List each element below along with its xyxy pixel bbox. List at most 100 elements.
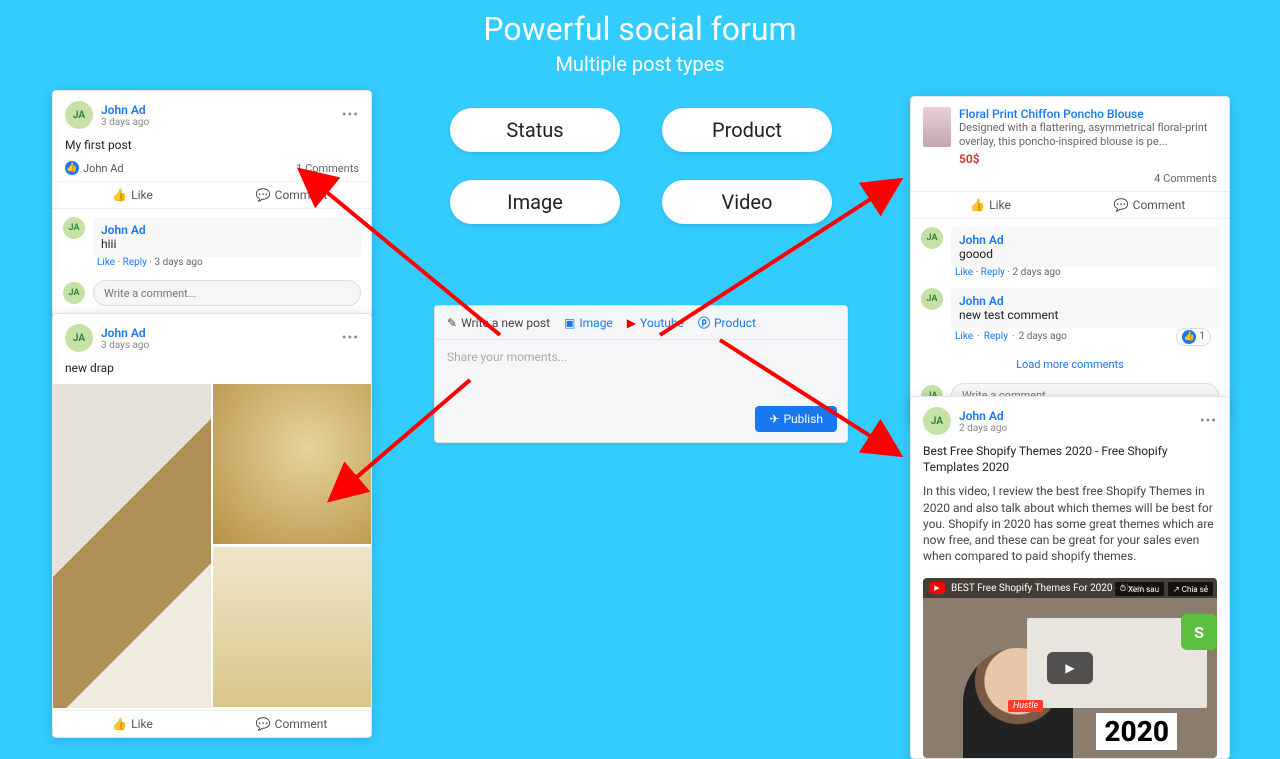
load-more-comments-link[interactable]: Load more comments [911,352,1229,377]
comment-like-link[interactable]: Like [955,267,973,278]
post-image[interactable] [213,384,371,544]
post-time: 3 days ago [101,340,149,351]
comment-author-link[interactable]: John Ad [959,294,1211,308]
comment-reply-link[interactable]: Reply [981,267,1005,278]
product-thumbnail[interactable] [923,107,951,147]
youtube-icon: ▶ [627,316,636,330]
comment-icon: 💬 [1114,198,1129,212]
like-count-text: 1 [1199,331,1205,342]
like-button[interactable]: 👍 Like [911,192,1070,218]
comment-icon: 💬 [256,188,271,202]
composer-tab-youtube[interactable]: ▶ Youtube [627,316,684,330]
comment-button[interactable]: 💬 Comment [1070,192,1229,218]
avatar: JA [63,282,85,304]
comment-reply-link[interactable]: Reply [984,331,1008,342]
status-post-card: JA John Ad 3 days ago ••• My first post … [52,90,372,317]
like-button[interactable]: 👍Like [53,711,212,737]
send-icon: ✈ [769,412,779,426]
composer-tab-product[interactable]: ⓟ Product [698,314,756,331]
post-menu-icon[interactable]: ••• [342,330,359,346]
post-author-link[interactable]: John Ad [101,326,149,340]
avatar: JA [923,407,951,435]
video-badge: Hustle [1008,700,1043,712]
hero-title: Powerful social forum [0,10,1280,48]
like-summary-text: John Ad [83,162,124,175]
avatar: JA [63,217,85,239]
pill-video[interactable]: Video [662,180,832,224]
comment-time: 2 days ago [1013,267,1061,278]
post-body: new drap [53,356,371,384]
avatar: JA [921,288,943,310]
product-title-link[interactable]: Floral Print Chiffon Poncho Blouse [959,107,1217,121]
comments-count[interactable]: 1 Comments [296,162,359,175]
composer-tab-youtube-label: Youtube [640,316,684,330]
post-time: 2 days ago [959,423,1007,434]
share-button[interactable]: ↗ Chia sẻ [1168,582,1213,596]
youtube-icon: ▶ [929,582,945,594]
watch-later-label: Xem sau [1128,585,1159,594]
comment-body: goood [959,247,993,261]
comment-like-link[interactable]: Like [97,257,115,268]
image-grid [53,384,371,710]
comment-body: new test comment [959,308,1058,322]
comment-label: Comment [275,188,328,202]
play-icon[interactable]: ▶ [1047,652,1093,684]
composer-tab-write[interactable]: ✎ Write a new post [447,316,550,330]
comment-author-link[interactable]: John Ad [959,233,1211,247]
product-price: 50$ [959,150,1217,166]
post-image[interactable] [53,384,211,708]
like-summary[interactable]: 👍 John Ad [65,161,124,175]
product-post-card: Floral Print Chiffon Poncho Blouse Desig… [910,96,1230,420]
video-title: Best Free Shopify Themes 2020 - Free Sho… [911,439,1229,483]
avatar: JA [65,324,93,352]
comment-time: 2 days ago [1019,331,1067,342]
comment-like-link[interactable]: Like [955,331,973,342]
video-embed[interactable]: ▶ BEST Free Shopify Themes For 2020 - Sh… [923,578,1217,758]
comments-count[interactable]: 4 Comments [1154,172,1217,185]
post-menu-icon[interactable]: ••• [1200,413,1217,429]
composer-tab-product-label: Product [714,316,756,330]
comment-label: Comment [1133,198,1186,212]
comment-author-link[interactable]: John Ad [101,223,353,237]
share-label: Chia sẻ [1182,585,1208,594]
pencil-icon: ✎ [447,316,457,330]
product-description: Designed with a flattering, asymmetrical… [959,121,1217,150]
product-icon: ⓟ [698,314,710,331]
post-time: 3 days ago [101,117,149,128]
post-author-link[interactable]: John Ad [959,409,1007,423]
pill-status[interactable]: Status [450,108,620,152]
post-body: My first post [53,133,371,161]
comment-reply-link[interactable]: Reply [123,257,147,268]
composer-textarea[interactable]: Share your moments... [435,340,847,400]
comment-button[interactable]: 💬Comment [212,711,371,737]
pill-image[interactable]: Image [450,180,620,224]
like-badge-icon: 👍 [1182,330,1196,344]
thumb-icon: 👍 [970,198,985,212]
video-year: 2020 [1096,713,1177,750]
comment-body: hiii [101,237,116,251]
hero-subtitle: Multiple post types [0,52,1280,76]
post-author-link[interactable]: John Ad [101,103,149,117]
like-label: Like [989,198,1011,212]
thumb-icon: 👍 [112,717,127,731]
publish-button[interactable]: ✈ Publish [755,406,837,432]
like-badge-icon: 👍 [65,161,79,175]
composer-tab-write-label: Write a new post [461,316,550,330]
avatar: JA [921,227,943,249]
post-menu-icon[interactable]: ••• [342,107,359,123]
image-icon: ▣ [564,316,575,330]
like-button[interactable]: 👍 Like [53,182,212,208]
pill-product[interactable]: Product [662,108,832,152]
like-label: Like [131,188,153,202]
comment-time: 3 days ago [155,257,203,268]
thumb-icon: 👍 [112,188,127,202]
shopify-badge-icon: S [1181,614,1217,650]
post-image[interactable] [213,547,371,707]
post-body: In this video, I review the best free Sh… [911,483,1229,572]
composer-tab-image[interactable]: ▣ Image [564,316,613,330]
composer-tab-image-label: Image [579,316,612,330]
comment-button[interactable]: 💬 Comment [212,182,371,208]
comment-icon: 💬 [256,717,271,731]
watch-later-button[interactable]: ⏱ Xem sau [1115,582,1164,596]
write-comment-input[interactable] [93,280,361,306]
